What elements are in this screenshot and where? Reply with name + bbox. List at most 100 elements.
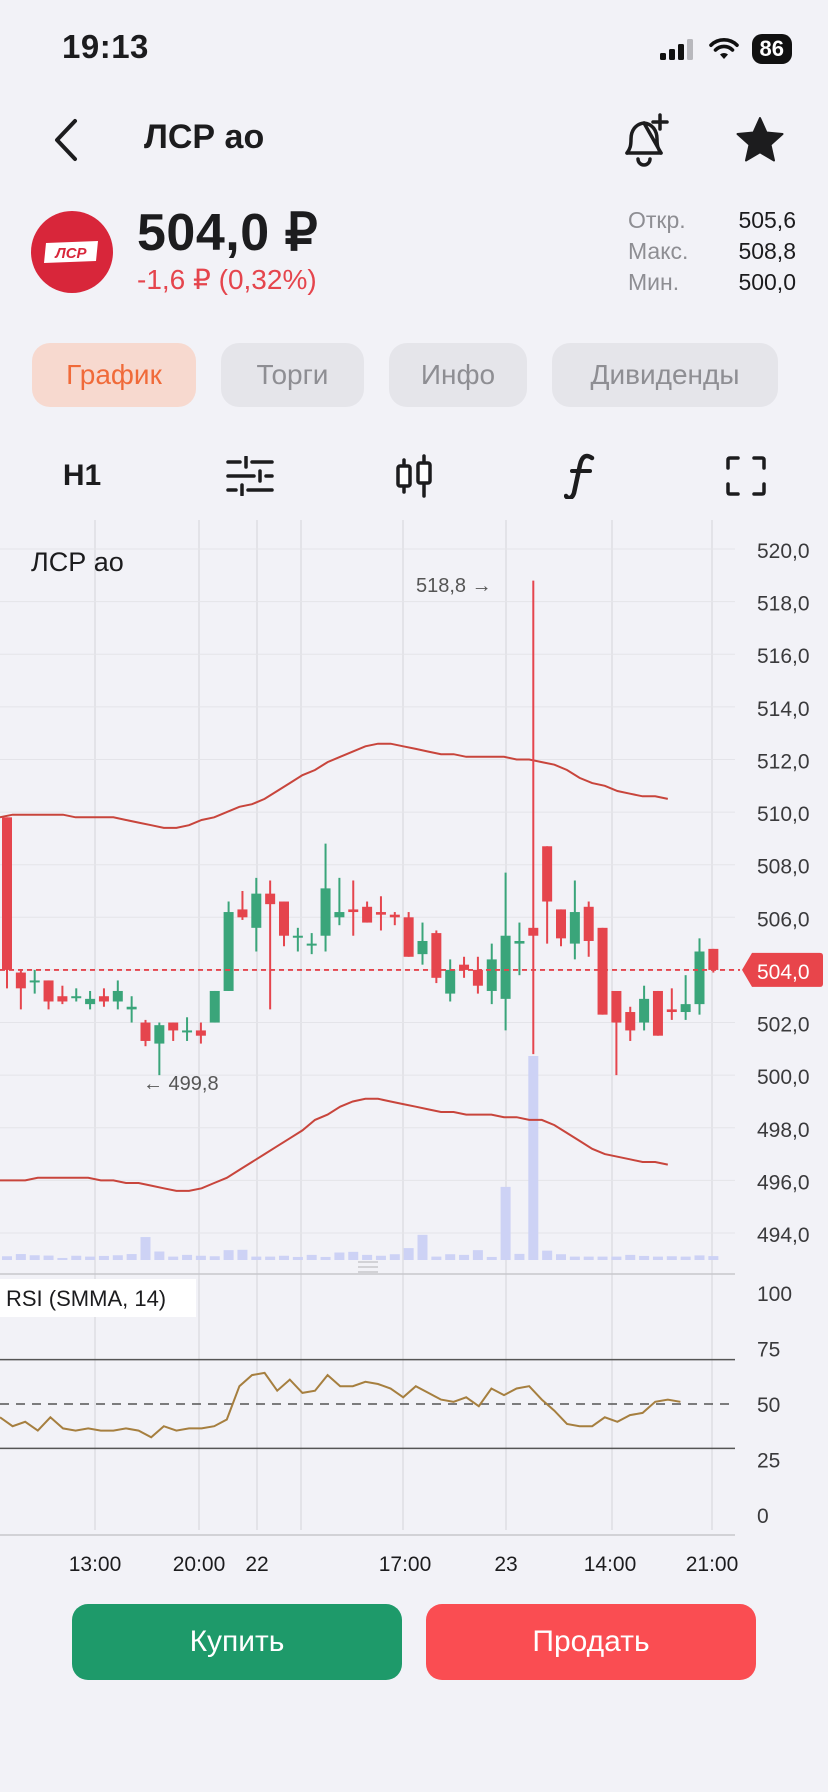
volume-bar <box>279 1255 289 1260</box>
rsi-tick-label: 25 <box>757 1450 780 1473</box>
y-tick-label: 506,0 <box>757 908 810 931</box>
candle-body <box>500 935 511 999</box>
x-tick-label: 13:00 <box>69 1553 122 1576</box>
candle-body <box>611 990 622 1023</box>
signal-icon <box>659 39 693 60</box>
candle-body <box>85 998 96 1005</box>
candle-body <box>265 893 276 905</box>
pane-resize-handle <box>358 1261 378 1273</box>
volume-bar <box>57 1257 68 1260</box>
candle-body <box>680 1004 691 1013</box>
stat-open: Откр. 505,6 <box>628 207 796 233</box>
candle-body <box>292 935 303 938</box>
candle-body <box>694 951 705 1005</box>
add-alert-button[interactable] <box>615 110 675 170</box>
candle-body <box>542 846 553 902</box>
sliders-icon <box>226 456 274 496</box>
candle-body <box>708 948 719 970</box>
candle-body <box>334 912 345 918</box>
volume-bar <box>625 1254 636 1260</box>
y-tick-label: 516,0 <box>757 645 810 668</box>
volume-bar <box>126 1254 137 1260</box>
tab-dividends[interactable]: Дивиденды <box>552 343 778 407</box>
y-tick-label: 502,0 <box>757 1014 810 1037</box>
volume-bar <box>500 1186 511 1260</box>
volume-bar <box>597 1256 608 1260</box>
y-tick-label: 518,0 <box>757 593 810 616</box>
volume-bar <box>237 1249 248 1260</box>
candle-body <box>168 1022 179 1031</box>
function-icon <box>564 453 595 499</box>
last-price-label: 504,0 <box>757 961 810 984</box>
rsi-tick-label: 50 <box>757 1394 780 1417</box>
tab-info[interactable]: Инфо <box>389 343 527 407</box>
candle-body <box>279 901 289 936</box>
candle-body <box>597 927 608 1015</box>
volume-bar <box>666 1256 677 1260</box>
volume-bar <box>140 1237 151 1260</box>
volume-bar <box>334 1252 345 1260</box>
sell-button[interactable]: Продать <box>426 1604 756 1680</box>
volume-bar <box>652 1256 663 1260</box>
page-title: ЛСР ао <box>144 118 265 156</box>
candle-body <box>556 909 566 939</box>
svg-text:ЛСР: ЛСР <box>54 245 87 262</box>
candle-body <box>112 990 123 1002</box>
chart-canvas[interactable]: 520,0 518,0 516,0 514,0 512,0 510,0 508,0 506,0… <box>0 520 828 1590</box>
volume-bar <box>472 1250 483 1260</box>
volume-bar <box>403 1248 414 1260</box>
volume-bar <box>569 1256 580 1260</box>
volume-bar <box>445 1254 456 1260</box>
rsi-tick-label: 0 <box>757 1505 769 1528</box>
chart-settings-button[interactable] <box>222 448 278 504</box>
fullscreen-button[interactable] <box>722 448 770 504</box>
candle-body <box>583 906 594 941</box>
candle-body <box>375 912 386 915</box>
timeframe-button[interactable]: H1 <box>52 448 112 504</box>
candle-body <box>43 980 54 1002</box>
candle-body <box>431 933 442 978</box>
battery-indicator: 86 <box>751 34 792 64</box>
volume-bar <box>2 1256 12 1260</box>
volume-bar <box>486 1256 497 1260</box>
buy-button[interactable]: Купить <box>72 1604 402 1680</box>
status-time: 19:13 <box>62 28 149 65</box>
tab-trading[interactable]: Торги <box>221 343 364 407</box>
bollinger-upper-line <box>0 742 669 829</box>
x-tick-label: 14:00 <box>584 1553 637 1576</box>
chart-type-button[interactable] <box>390 448 438 504</box>
volume-bar <box>362 1254 373 1260</box>
bollinger-lower-line <box>0 1097 669 1192</box>
rsi-label: RSI (SMMA, 14) <box>6 1286 166 1311</box>
stat-high: Макс. 508,8 <box>628 238 796 264</box>
volume-bar <box>182 1254 193 1260</box>
candle-body <box>223 912 234 991</box>
candle-body <box>209 990 220 1023</box>
candle-body <box>154 1025 165 1044</box>
volume-bar <box>639 1255 650 1260</box>
price-stats: Откр. 505,6 Макс. 508,8 Мин. 500,0 <box>628 205 796 298</box>
back-button[interactable] <box>44 112 88 168</box>
y-tick-label: 494,0 <box>757 1224 810 1247</box>
x-tick-label: 17:00 <box>379 1553 432 1576</box>
favorite-button[interactable] <box>730 110 790 170</box>
x-tick-label: 20:00 <box>173 1553 226 1576</box>
candle-body <box>486 959 497 991</box>
status-indicators: 86 <box>659 34 792 64</box>
candlestick-icon <box>396 454 432 498</box>
volume-bar <box>694 1255 705 1260</box>
tab-chart[interactable]: График <box>32 343 196 407</box>
volume-bar <box>708 1256 719 1260</box>
y-tick-label: 496,0 <box>757 1171 810 1194</box>
price-chart[interactable]: 520,0 518,0 516,0 514,0 512,0 510,0 508,0 506,0… <box>0 520 828 1590</box>
candle-body <box>625 1012 636 1031</box>
volume-bar <box>611 1256 622 1260</box>
y-tick-label: 510,0 <box>757 803 810 826</box>
candle-body <box>639 998 650 1023</box>
volume-bar <box>98 1255 109 1260</box>
candle-body <box>126 1006 137 1010</box>
volume-bar <box>348 1251 359 1260</box>
indicators-button[interactable] <box>556 448 604 504</box>
price-change: -1,6 ₽ (0,32%) <box>137 264 317 295</box>
volume-bar <box>375 1255 386 1260</box>
